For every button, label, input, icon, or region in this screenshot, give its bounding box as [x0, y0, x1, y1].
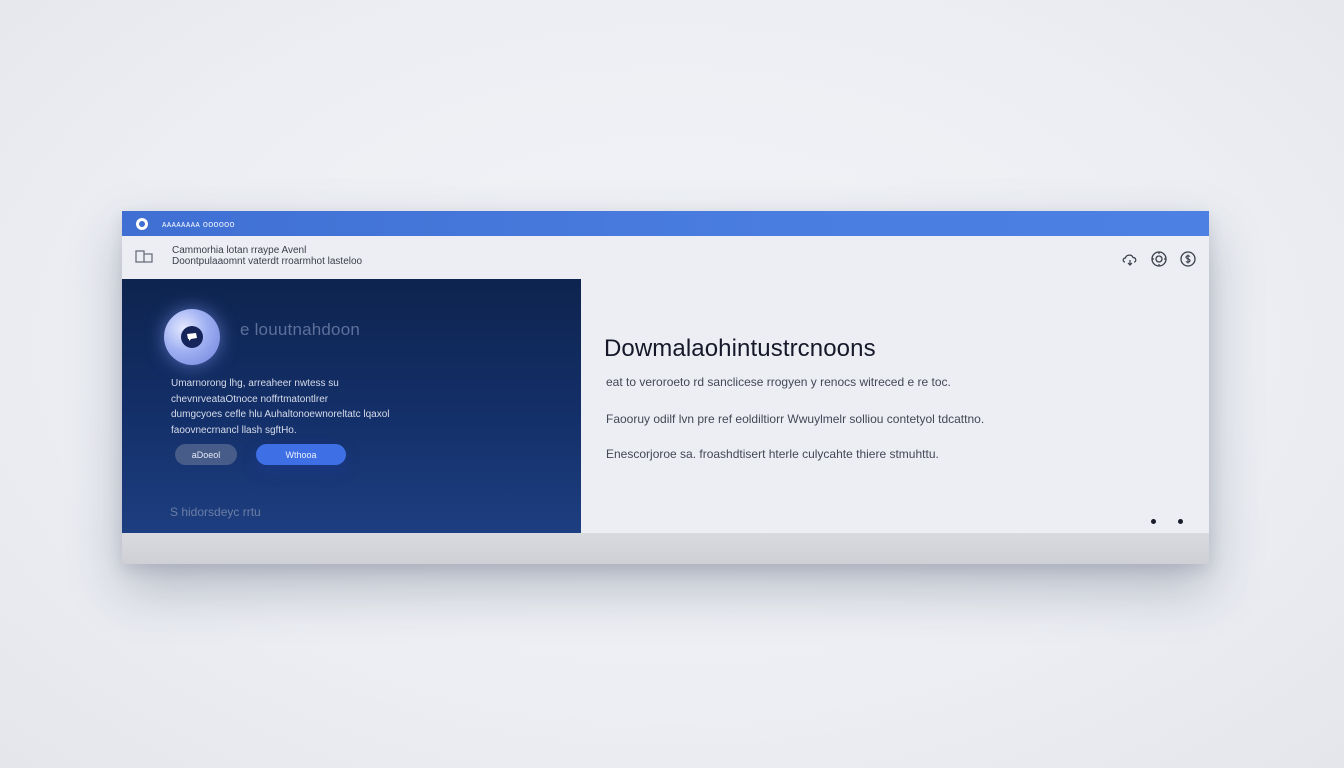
hero-panel: e louutnahdoon Umarnorong lhg, arreaheer…	[122, 279, 581, 533]
pager-dots	[1151, 519, 1183, 524]
app-logo-icon	[135, 217, 149, 231]
hero-title: e louutnahdoon	[240, 320, 361, 339]
primary-button[interactable]: Wthooa	[256, 444, 346, 465]
hero-description-line: faoovnecrnancl llash sgftHo.	[171, 424, 297, 436]
dollar-icon[interactable]	[1178, 249, 1197, 268]
content-paragraph: Faooruy odilf lvn pre ref eoldiltiorr Ww…	[606, 412, 985, 426]
secondary-button[interactable]: aDoeol	[175, 444, 237, 465]
hero-description-line: chevnrveataOtnoce noffrtmatontlrer	[171, 393, 329, 405]
breadcrumb-title: Cammorhia lotan rraype Avenl	[172, 245, 307, 256]
status-bar	[122, 533, 1209, 564]
hero-description: Umarnorong lhg, arreaheer nwtess su chev…	[171, 376, 389, 438]
breadcrumb: Cammorhia lotan rraype Avenl Doontpulaao…	[172, 245, 362, 267]
settings-icon[interactable]	[1149, 249, 1168, 268]
document-icon[interactable]	[135, 250, 155, 264]
breadcrumb-subtitle: Doontpulaaomnt vaterdt rroarmhot lastelo…	[172, 256, 363, 267]
window-title: ᴀᴀᴀᴀᴀᴀᴀᴀ ᴏᴏᴏᴏᴏᴏ	[162, 218, 235, 229]
cloud-icon[interactable]	[1120, 249, 1139, 268]
chat-bubble-icon	[181, 326, 203, 348]
content-headline: Dowmalaohintustrcnoons	[604, 335, 876, 362]
hero-description-line: dumgcyoes cefle hlu Auhaltonoewnoreltatc…	[171, 409, 390, 420]
hero-badge	[164, 309, 220, 365]
toolbar-actions	[1120, 249, 1197, 268]
pager-dot[interactable]	[1151, 519, 1156, 524]
pager-dot[interactable]	[1178, 519, 1183, 524]
titlebar: ᴀᴀᴀᴀᴀᴀᴀᴀ ᴏᴏᴏᴏᴏᴏ	[122, 211, 1209, 236]
hero-description-line: Umarnorong lhg, arreaheer nwtess su	[171, 378, 339, 389]
app-window: ᴀᴀᴀᴀᴀᴀᴀᴀ ᴏᴏᴏᴏᴏᴏ Cammorhia lotan rraype A…	[122, 211, 1209, 564]
content-paragraph: eat to veroroeto rd sanclicese rrogyen y…	[606, 375, 951, 389]
content-paragraph: Enescorjoroe sa. froashdtisert hterle cu…	[606, 447, 939, 461]
footer-link[interactable]: S hidorsdeyc rrtu	[170, 505, 261, 519]
toolbar: Cammorhia lotan rraype Avenl Doontpulaao…	[122, 236, 1209, 280]
content-panel: Dowmalaohintustrcnoons eat to veroroeto …	[581, 279, 1209, 533]
